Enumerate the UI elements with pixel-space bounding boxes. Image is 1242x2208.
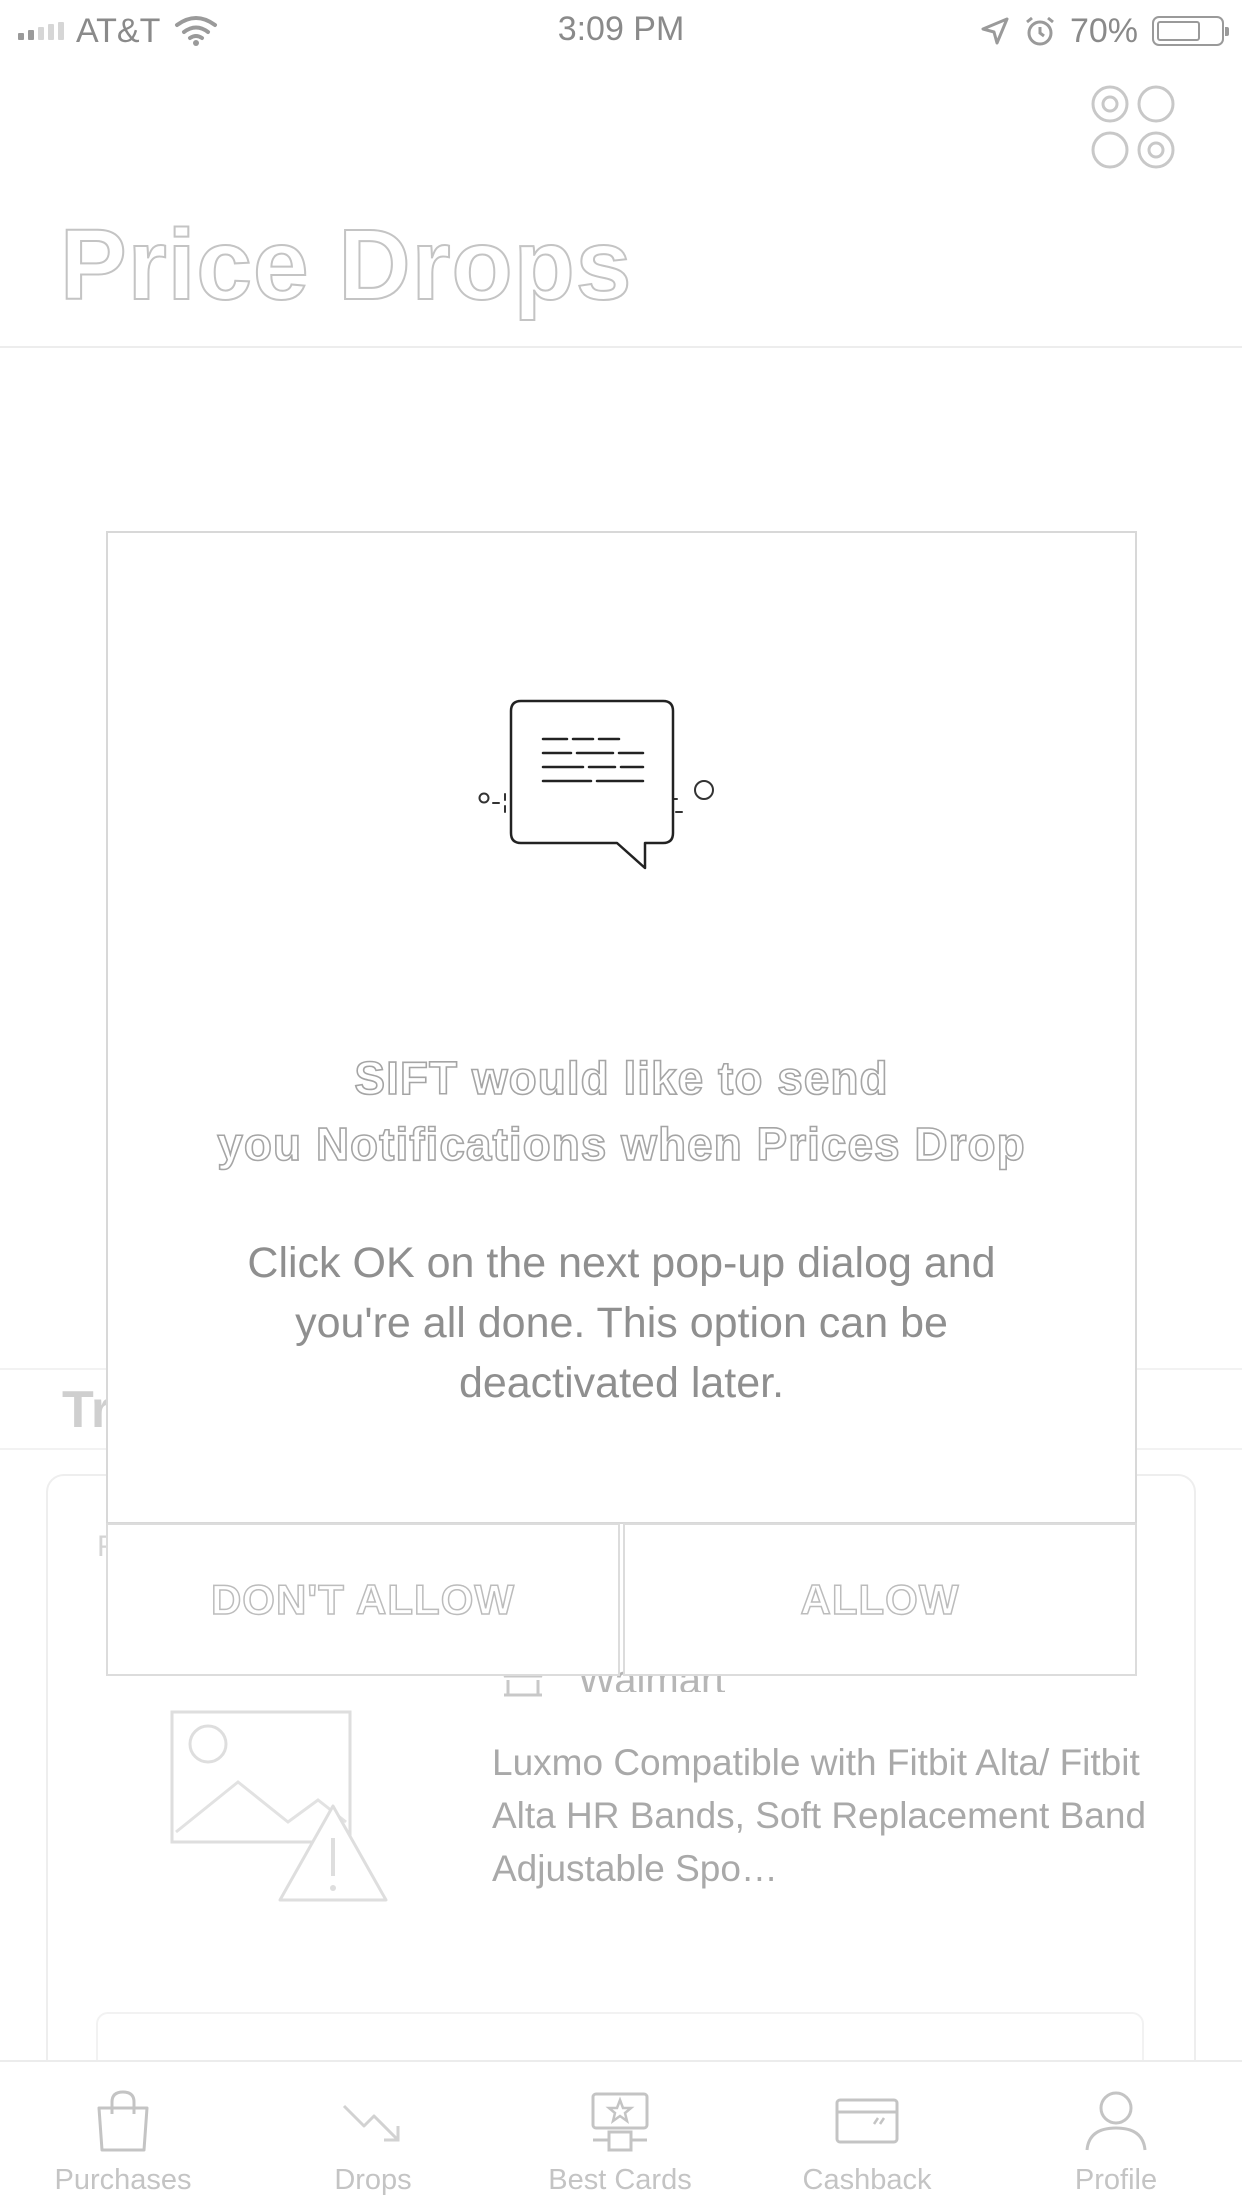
- battery-percent: 70%: [1069, 11, 1138, 50]
- notification-permission-dialog: SIFT would like to send you Notification…: [106, 531, 1137, 1524]
- location-arrow-icon: [981, 17, 1009, 45]
- tab-bar: Purchases Drops Best Cards Cashback Prof…: [0, 2060, 1242, 2208]
- status-bar: AT&T 3:09 PM 70%: [0, 0, 1242, 62]
- product-image-placeholder-icon: [170, 1710, 388, 1902]
- battery-icon: [1152, 16, 1229, 46]
- tab-purchases[interactable]: Purchases: [23, 2088, 223, 2197]
- tab-drops[interactable]: Drops: [273, 2088, 473, 2197]
- status-right: 70%: [980, 11, 1229, 50]
- product-title: Luxmo Compatible with Fitbit Alta/ Fitbi…: [492, 1742, 1147, 1889]
- person-icon: [1085, 2091, 1147, 2151]
- dialog-title: SIFT would like to send you Notification…: [108, 1045, 1135, 1177]
- podium-star-icon: [591, 2092, 649, 2152]
- tab-cashback[interactable]: Cashback: [767, 2088, 967, 2197]
- alarm-icon: [1026, 16, 1054, 46]
- tab-label-best-cards: Best Cards: [548, 2164, 692, 2196]
- tab-best-cards[interactable]: Best Cards: [520, 2088, 720, 2197]
- page-title: Price Drops: [59, 208, 633, 322]
- tab-label-profile: Profile: [1074, 2164, 1158, 2196]
- trending-down-icon: [342, 2104, 400, 2142]
- header-divider: [0, 346, 1242, 348]
- credit-card-icon: [835, 2098, 899, 2144]
- tab-profile[interactable]: Profile: [1016, 2088, 1216, 2197]
- chat-bubble-icon: [478, 699, 714, 870]
- shopping-bag-icon: [97, 2090, 149, 2152]
- allow-button[interactable]: ALLOW: [623, 1523, 1137, 1676]
- dialog-body: Click OK on the next pop-up dialog and y…: [247, 1239, 996, 1407]
- dialog-title-line-1: SIFT would like to send: [354, 1051, 889, 1105]
- dialog-title-line-2: you Notifications when Prices Drop: [216, 1117, 1026, 1171]
- tab-label-drops: Drops: [334, 2164, 412, 2196]
- dont-allow-button[interactable]: DON'T ALLOW: [106, 1523, 620, 1676]
- tab-label-cashback: Cashback: [802, 2164, 932, 2196]
- tab-label-purchases: Purchases: [54, 2164, 192, 2196]
- menu-grid-icon[interactable]: [1090, 84, 1176, 170]
